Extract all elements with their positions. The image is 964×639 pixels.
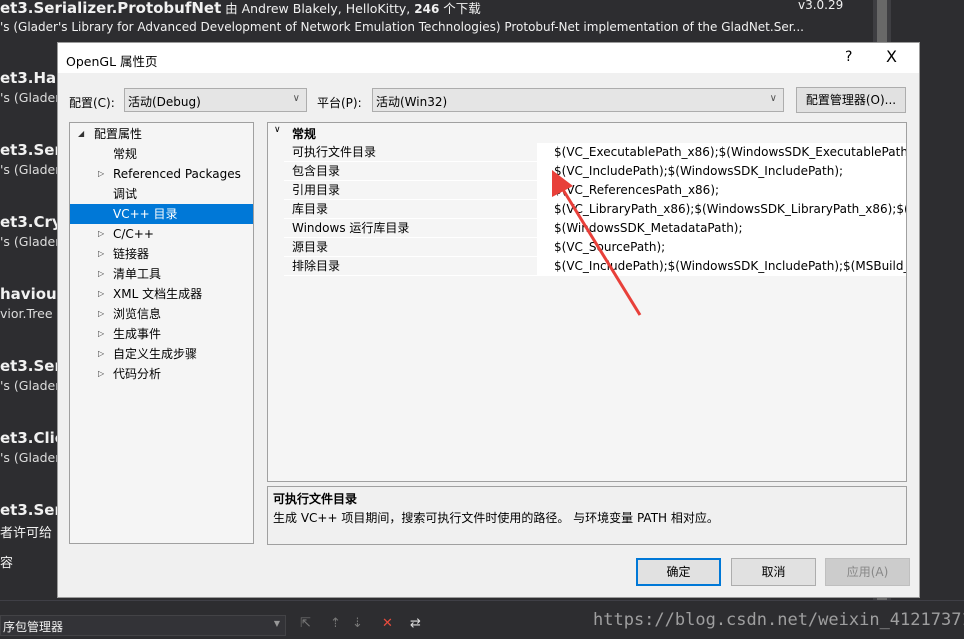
arrow-shaft [560,187,642,316]
arrow-head [552,170,573,197]
annotation-arrow [552,170,642,316]
